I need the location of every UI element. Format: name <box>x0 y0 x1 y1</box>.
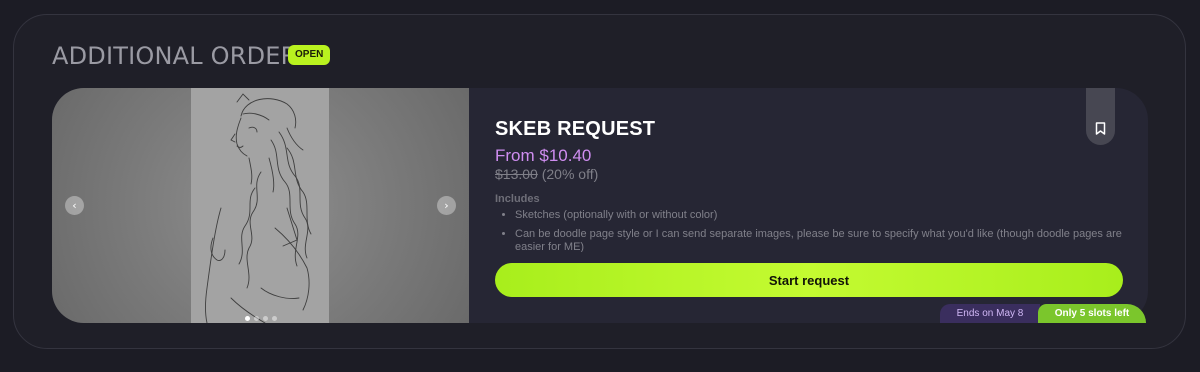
includes-scroll-area[interactable]: Sketches (optionally with or without col… <box>495 206 1135 252</box>
original-price-line: $13.00 (20% off) <box>495 166 598 182</box>
discount-label: (20% off) <box>541 166 599 182</box>
includes-title: Includes <box>495 193 540 205</box>
gallery-next-button[interactable]: › <box>437 196 456 215</box>
chevron-left-icon: ‹ <box>72 199 77 212</box>
bookmark-button[interactable] <box>1086 88 1115 145</box>
ends-date-badge: Ends on May 8 <box>940 304 1040 323</box>
pagination-dot[interactable] <box>263 316 268 321</box>
bookmark-icon <box>1095 122 1106 135</box>
pagination-dot[interactable] <box>254 316 259 321</box>
pagination-dot[interactable] <box>272 316 277 321</box>
sketch-image <box>191 88 329 323</box>
pagination-dot[interactable] <box>245 316 250 321</box>
chevron-right-icon: › <box>444 199 449 212</box>
section-title: ADDITIONAL ORDERS <box>52 42 313 70</box>
slots-left-badge: Only 5 slots left <box>1038 304 1146 323</box>
order-card: ‹ › SKEB REQUEST From $10.40 $13.00 (20%… <box>52 88 1148 323</box>
includes-item: Can be doodle page style or I can send s… <box>515 228 1135 252</box>
product-price: From $10.40 <box>495 146 592 165</box>
gallery-prev-button[interactable]: ‹ <box>65 196 84 215</box>
includes-item: Sketches (optionally with or without col… <box>515 209 1135 222</box>
product-title: SKEB REQUEST <box>495 118 656 140</box>
includes-list: Sketches (optionally with or without col… <box>495 209 1135 252</box>
sketch-drawing <box>205 93 312 323</box>
image-gallery: ‹ › <box>52 88 469 323</box>
original-price: $13.00 <box>495 166 538 182</box>
gallery-pagination <box>245 316 277 321</box>
start-request-button[interactable]: Start request <box>495 263 1123 297</box>
status-badge: OPEN <box>288 45 331 65</box>
